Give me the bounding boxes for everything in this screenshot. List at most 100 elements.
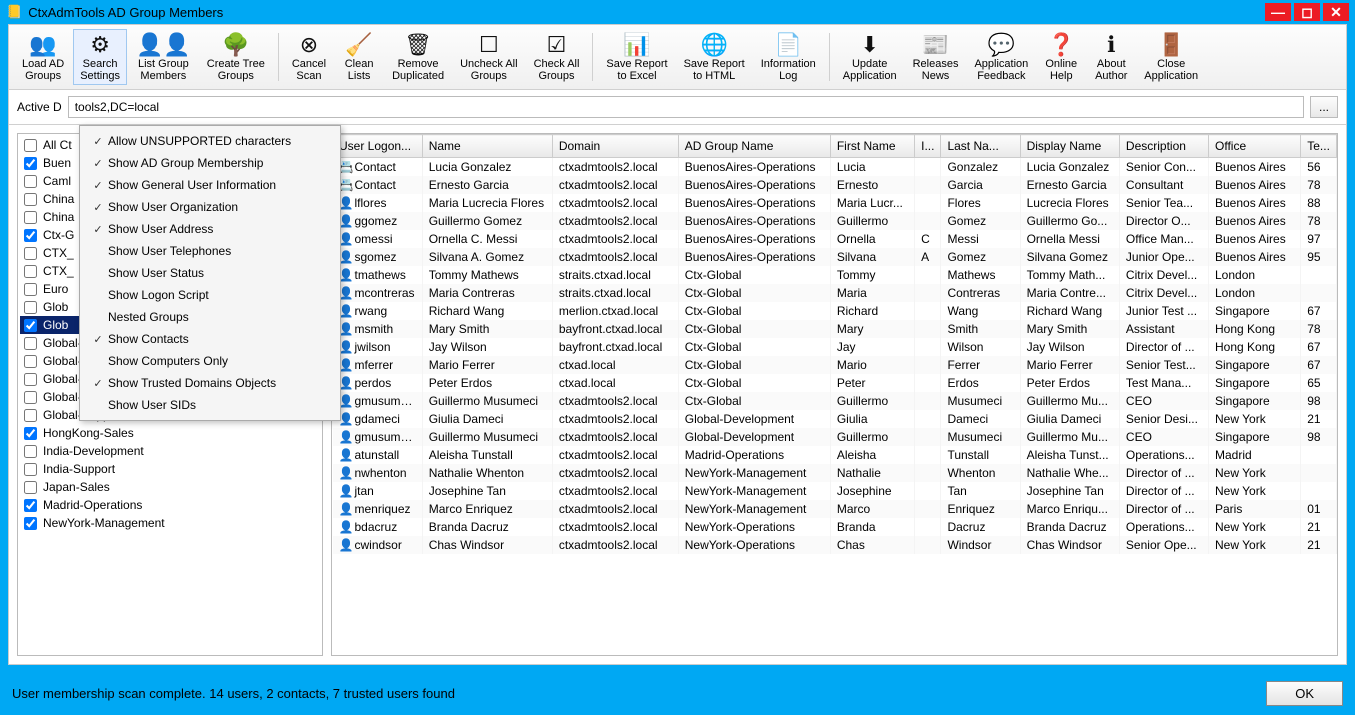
toolbar-close-application[interactable]: 🚪Close Application (1137, 29, 1205, 85)
menu-item[interactable]: Show User Telephones (80, 240, 340, 262)
table-row[interactable]: 👤sgomezSilvana A. Gomezctxadmtools2.loca… (333, 248, 1337, 266)
group-checkbox[interactable] (24, 301, 37, 314)
path-input[interactable] (68, 96, 1304, 118)
table-row[interactable]: 👤omessiOrnella C. Messictxadmtools2.loca… (333, 230, 1337, 248)
table-row[interactable]: 👤menriquezMarco Enriquezctxadmtools2.loc… (333, 500, 1337, 518)
toolbar-check-all-groups[interactable]: ☑Check All Groups (527, 29, 587, 85)
menu-item[interactable]: ✓Show General User Information (80, 174, 340, 196)
toolbar-online-help[interactable]: ❓Online Help (1037, 29, 1085, 85)
menu-item[interactable]: Show User Status (80, 262, 340, 284)
column-header[interactable]: Te... (1301, 135, 1337, 158)
group-row[interactable]: Japan-Sales (20, 478, 320, 496)
table-row[interactable]: 👤gdameciGiulia Damecictxadmtools2.localG… (333, 410, 1337, 428)
table-row[interactable]: 👤atunstallAleisha Tunstallctxadmtools2.l… (333, 446, 1337, 464)
menu-item[interactable]: ✓Show AD Group Membership (80, 152, 340, 174)
column-header[interactable]: I... (915, 135, 941, 158)
group-checkbox[interactable] (24, 445, 37, 458)
column-header[interactable]: User Logon... (333, 135, 423, 158)
toolbar-save-report-to-excel[interactable]: 📊Save Report to Excel (599, 29, 674, 85)
minimize-button[interactable]: — (1265, 3, 1291, 21)
table-row[interactable]: 👤mcontrerasMaria Contrerasstraits.ctxad.… (333, 284, 1337, 302)
group-checkbox[interactable] (24, 373, 37, 386)
group-checkbox[interactable] (24, 409, 37, 422)
table-row[interactable]: 👤gmusumeciGuillermo Musumecictxadmtools2… (333, 392, 1337, 410)
toolbar-load-ad-groups[interactable]: 👥Load AD Groups (15, 29, 71, 85)
group-row[interactable]: HongKong-Sales (20, 424, 320, 442)
group-checkbox[interactable] (24, 481, 37, 494)
group-checkbox[interactable] (24, 211, 37, 224)
table-row[interactable]: 👤nwhentonNathalie Whentonctxadmtools2.lo… (333, 464, 1337, 482)
group-checkbox[interactable] (24, 283, 37, 296)
toolbar-application-feedback[interactable]: 💬Application Feedback (967, 29, 1035, 85)
toolbar-remove-duplicated[interactable]: 🗑Remove Duplicated (385, 29, 451, 85)
toolbar-uncheck-all-groups[interactable]: ☐Uncheck All Groups (453, 29, 524, 85)
group-checkbox[interactable] (24, 139, 37, 152)
column-header[interactable]: First Name (830, 135, 914, 158)
column-header[interactable]: Last Na... (941, 135, 1020, 158)
toolbar-clean-lists[interactable]: 🧹Clean Lists (335, 29, 383, 85)
group-checkbox[interactable] (24, 499, 37, 512)
table-row[interactable]: 📇ContactErnesto Garciactxadmtools2.local… (333, 176, 1337, 194)
table-row[interactable]: 👤jwilsonJay Wilsonbayfront.ctxad.localCt… (333, 338, 1337, 356)
group-checkbox[interactable] (24, 355, 37, 368)
column-header[interactable]: Name (422, 135, 552, 158)
table-row[interactable]: 👤tmathewsTommy Mathewsstraits.ctxad.loca… (333, 266, 1337, 284)
menu-item[interactable]: Nested Groups (80, 306, 340, 328)
members-grid[interactable]: User Logon...NameDomainAD Group NameFirs… (331, 133, 1338, 656)
group-row[interactable]: NewYork-Management (20, 514, 320, 532)
group-row[interactable]: India-Support (20, 460, 320, 478)
toolbar-create-tree-groups[interactable]: 🌳Create Tree Groups (200, 29, 272, 85)
table-row[interactable]: 👤rwangRichard Wangmerlion.ctxad.localCtx… (333, 302, 1337, 320)
group-checkbox[interactable] (24, 265, 37, 278)
group-checkbox[interactable] (24, 391, 37, 404)
menu-item[interactable]: ✓Show Trusted Domains Objects (80, 372, 340, 394)
group-row[interactable]: Madrid-Operations (20, 496, 320, 514)
group-checkbox[interactable] (24, 463, 37, 476)
menu-item[interactable]: Show Computers Only (80, 350, 340, 372)
close-button[interactable]: ✕ (1323, 3, 1349, 21)
menu-item[interactable]: ✓Allow UNSUPPORTED characters (80, 130, 340, 152)
column-header[interactable]: Display Name (1020, 135, 1119, 158)
group-row[interactable]: India-Development (20, 442, 320, 460)
search-settings-menu[interactable]: ✓Allow UNSUPPORTED characters✓Show AD Gr… (79, 125, 341, 421)
table-row[interactable]: 👤gmusumeciGuillermo Musumecictxadmtools2… (333, 428, 1337, 446)
menu-item[interactable]: Show Logon Script (80, 284, 340, 306)
maximize-button[interactable]: ◻ (1294, 3, 1320, 21)
toolbar-search-settings[interactable]: ⚙Search Settings (73, 29, 127, 85)
column-header[interactable]: Domain (552, 135, 678, 158)
group-checkbox[interactable] (24, 427, 37, 440)
column-header[interactable]: Office (1209, 135, 1301, 158)
table-row[interactable]: 👤cwindsorChas Windsorctxadmtools2.localN… (333, 536, 1337, 554)
group-checkbox[interactable] (24, 193, 37, 206)
browse-button[interactable]: ... (1310, 96, 1338, 118)
menu-item[interactable]: Show User SIDs (80, 394, 340, 416)
table-row[interactable]: 👤msmithMary Smithbayfront.ctxad.localCtx… (333, 320, 1337, 338)
ok-button[interactable]: OK (1266, 681, 1343, 706)
toolbar-cancel-scan[interactable]: ⊗Cancel Scan (285, 29, 333, 85)
toolbar-about-author[interactable]: ℹAbout Author (1087, 29, 1135, 85)
group-checkbox[interactable] (24, 319, 37, 332)
group-checkbox[interactable] (24, 247, 37, 260)
menu-item[interactable]: ✓Show User Address (80, 218, 340, 240)
toolbar-save-report-to-html[interactable]: 🌐Save Report to HTML (677, 29, 752, 85)
group-checkbox[interactable] (24, 337, 37, 350)
table-row[interactable]: 👤perdosPeter Erdosctxad.localCtx-GlobalP… (333, 374, 1337, 392)
table-row[interactable]: 👤lfloresMaria Lucrecia Floresctxadmtools… (333, 194, 1337, 212)
column-header[interactable]: AD Group Name (678, 135, 830, 158)
table-row[interactable]: 👤ggomezGuillermo Gomezctxadmtools2.local… (333, 212, 1337, 230)
table-row[interactable]: 👤jtanJosephine Tanctxadmtools2.localNewY… (333, 482, 1337, 500)
group-checkbox[interactable] (24, 517, 37, 530)
menu-item[interactable]: ✓Show User Organization (80, 196, 340, 218)
group-checkbox[interactable] (24, 175, 37, 188)
table-row[interactable]: 👤bdacruzBranda Dacruzctxadmtools2.localN… (333, 518, 1337, 536)
column-header[interactable]: Description (1119, 135, 1208, 158)
toolbar-update-application[interactable]: ⬇Update Application (836, 29, 904, 85)
menu-item[interactable]: ✓Show Contacts (80, 328, 340, 350)
toolbar-list-group-members[interactable]: 👤👤List Group Members (129, 29, 198, 85)
table-row[interactable]: 👤mferrerMario Ferrerctxad.localCtx-Globa… (333, 356, 1337, 374)
table-row[interactable]: 📇ContactLucia Gonzalezctxadmtools2.local… (333, 158, 1337, 177)
toolbar-releases-news[interactable]: 📰Releases News (906, 29, 966, 85)
group-checkbox[interactable] (24, 157, 37, 170)
group-checkbox[interactable] (24, 229, 37, 242)
toolbar-information-log[interactable]: 📄Information Log (754, 29, 823, 85)
